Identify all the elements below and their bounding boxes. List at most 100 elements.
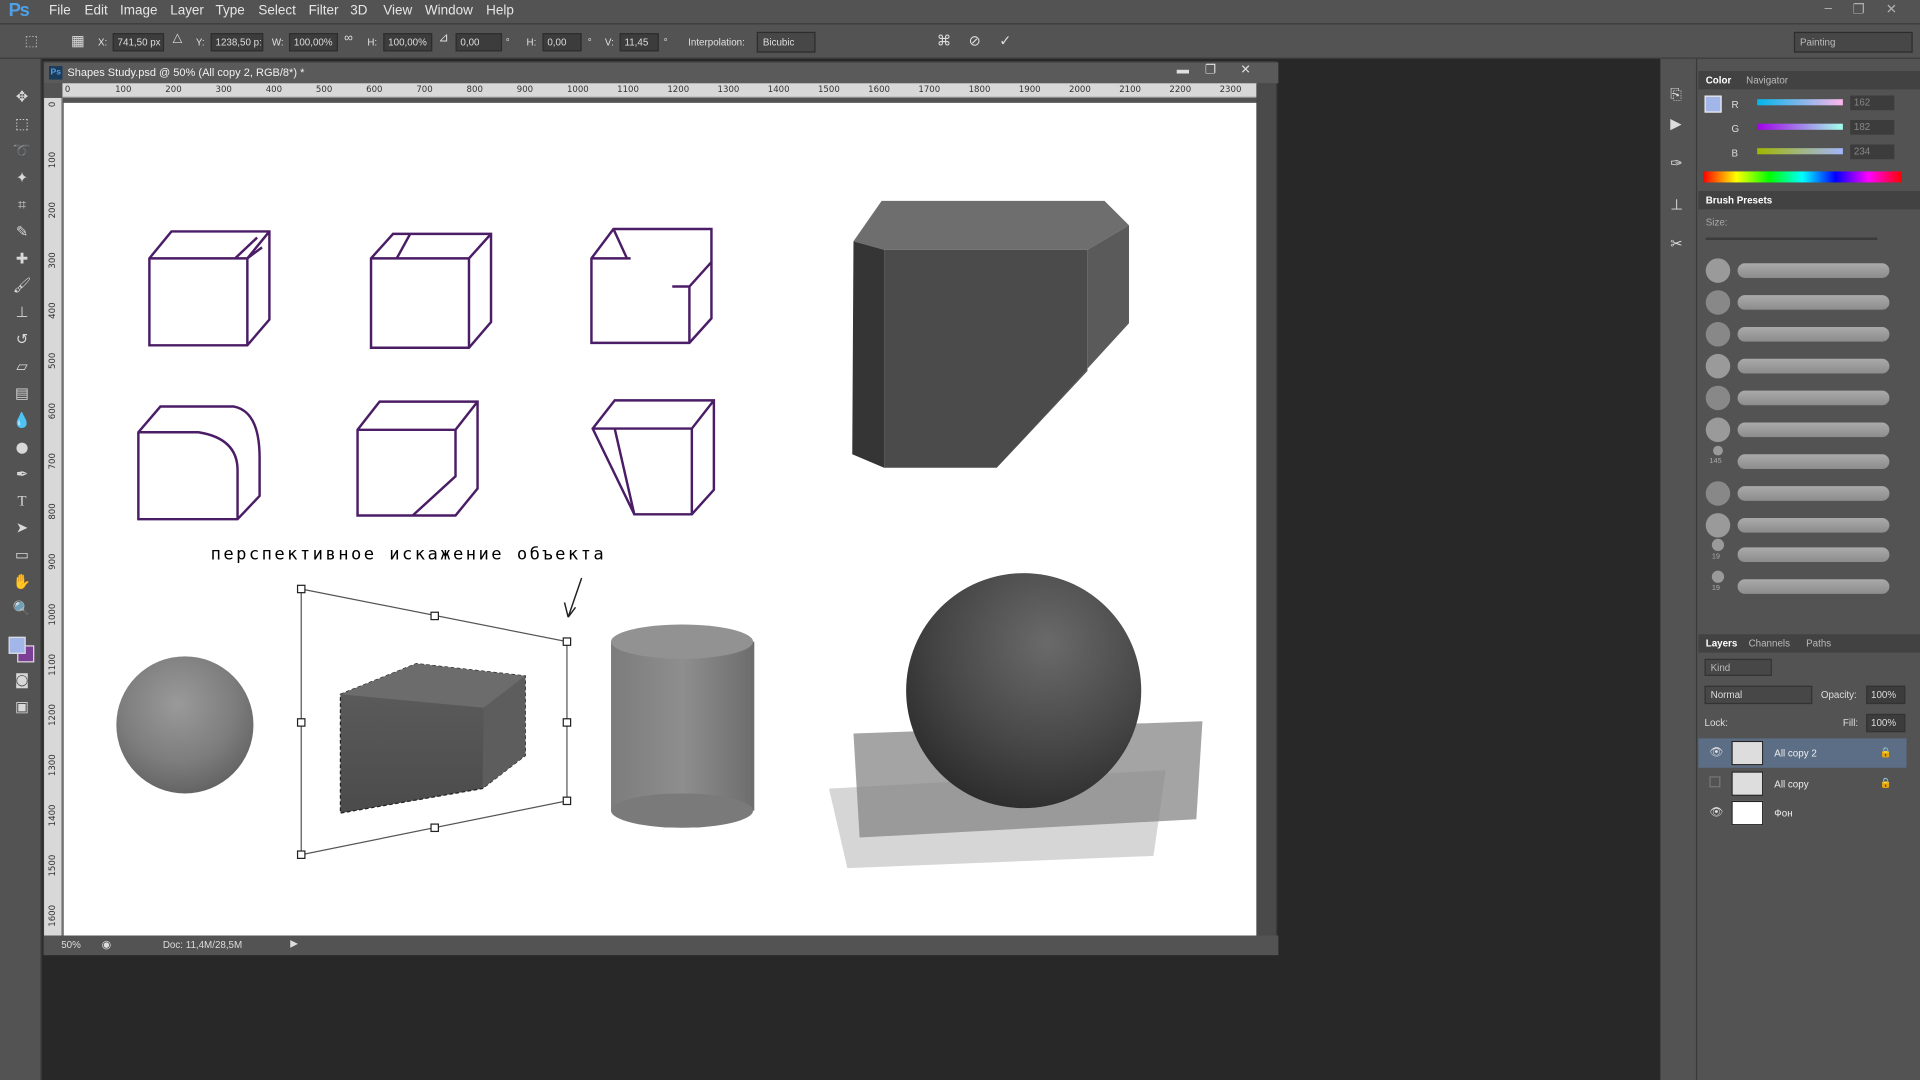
menu-view[interactable]: View	[383, 4, 412, 19]
brush-preset[interactable]	[1703, 287, 1911, 319]
h-field[interactable]: 100,00%	[383, 33, 433, 52]
layer-row[interactable]: 👁 Фон	[1698, 798, 1906, 827]
tab-paths[interactable]: Paths	[1806, 638, 1831, 649]
minimize-icon[interactable]: –	[1825, 1, 1833, 16]
path-selection-tool-icon[interactable]: ➤	[11, 517, 33, 539]
doc-close-icon[interactable]: ✕	[1240, 64, 1250, 77]
healing-brush-tool-icon[interactable]: ✚	[11, 247, 33, 269]
eye-icon[interactable]: 👁	[1709, 806, 1723, 819]
layer-row[interactable]: 👁 All copy 2 🔒	[1698, 738, 1907, 768]
eyedropper-tool-icon[interactable]: ✎	[11, 220, 33, 242]
eye-icon[interactable]: 👁	[1709, 746, 1723, 759]
kind-filter[interactable]: Kind	[1704, 658, 1772, 676]
vertical-ruler[interactable]: 0 100 200 300 400 500 600 700 800 900 1000 1100 1200…	[44, 97, 63, 936]
g-slider[interactable]	[1757, 123, 1843, 130]
brush-preset[interactable]	[1703, 478, 1911, 510]
canvas-area[interactable]: перспективное искажение объекта	[63, 99, 1258, 937]
brush-tool-icon[interactable]: 🖌	[11, 274, 33, 296]
hskew-field[interactable]: 0,00	[542, 33, 582, 52]
menu-help[interactable]: Help	[486, 4, 514, 19]
transform-tool-icon[interactable]: ⬚	[24, 32, 38, 49]
workspace-select[interactable]: Painting	[1793, 31, 1913, 53]
brush-preset[interactable]	[1703, 509, 1911, 541]
dodge-tool-icon[interactable]: ●	[11, 436, 33, 458]
link-icon[interactable]: ∞	[344, 32, 353, 45]
actions-icon[interactable]: ▶	[1670, 115, 1681, 132]
r-slider[interactable]	[1757, 99, 1843, 106]
close-icon[interactable]: ✕	[1886, 1, 1897, 17]
fill-field[interactable]: 100%	[1866, 713, 1906, 733]
menu-image[interactable]: Image	[120, 4, 157, 19]
canvas[interactable]: перспективное искажение объекта	[63, 102, 1258, 936]
tab-color[interactable]: Color	[1706, 75, 1732, 86]
doc-restore-icon[interactable]: ❐	[1205, 64, 1216, 77]
layer-row[interactable]: All copy 🔒	[1698, 769, 1906, 798]
opacity-field[interactable]: 100%	[1866, 685, 1906, 705]
hand-tool-icon[interactable]: ✋	[11, 571, 33, 593]
status-arrow-icon[interactable]: ▶	[290, 938, 298, 949]
menu-filter[interactable]: Filter	[309, 4, 339, 19]
brush-preset[interactable]: 145	[1703, 445, 1911, 478]
blur-tool-icon[interactable]: 💧	[11, 409, 33, 431]
menu-file[interactable]: File	[49, 4, 71, 19]
doc-minimize-icon[interactable]: ▬	[1177, 64, 1189, 77]
vskew-field[interactable]: 11,45	[619, 33, 659, 52]
b-value[interactable]: 234	[1850, 144, 1895, 160]
marquee-tool-icon[interactable]: ⬚	[11, 113, 33, 135]
cancel-transform-icon[interactable]: ⊘	[969, 32, 981, 49]
brush-preset[interactable]	[1703, 382, 1911, 414]
angle-field[interactable]: 0,00	[455, 33, 503, 52]
interpolation-select[interactable]: Bicubic	[756, 31, 816, 53]
menu-type[interactable]: Type	[216, 4, 245, 19]
r-value[interactable]: 162	[1850, 95, 1895, 111]
lasso-tool-icon[interactable]: ➰	[11, 140, 33, 162]
quick-mask-icon[interactable]: ◙	[11, 669, 33, 691]
menu-window[interactable]: Window	[425, 4, 473, 19]
menu-3d[interactable]: 3D	[350, 4, 367, 19]
visibility-toggle[interactable]	[1709, 776, 1721, 788]
fg-color-chip[interactable]	[1704, 95, 1722, 113]
screen-mode-icon[interactable]: ▣	[11, 696, 33, 718]
document-tab[interactable]: Ps Shapes Study.psd @ 50% (All copy 2, R…	[44, 62, 1279, 84]
history-icon[interactable]: ⎘	[1670, 86, 1682, 104]
horizontal-ruler[interactable]: 0 100 200 300 400 500 600 700 800 900 1000 1100 1200…	[62, 83, 1258, 98]
tab-channels[interactable]: Channels	[1749, 638, 1790, 649]
commit-transform-icon[interactable]: ✓	[999, 32, 1011, 49]
gradient-tool-icon[interactable]: ▤	[11, 382, 33, 404]
tab-layers[interactable]: Layers	[1706, 638, 1738, 649]
delta-icon[interactable]: △	[173, 32, 182, 45]
type-tool-icon[interactable]: T	[11, 490, 33, 512]
eraser-tool-icon[interactable]: ▱	[11, 355, 33, 377]
magic-wand-tool-icon[interactable]: ✦	[11, 167, 33, 189]
brush-preset[interactable]	[1703, 255, 1911, 287]
brush-preset[interactable]	[1703, 350, 1911, 382]
zoom-level[interactable]: 50%	[61, 939, 81, 950]
status-menu-icon[interactable]: ◉	[102, 938, 112, 951]
menu-layer[interactable]: Layer	[170, 4, 204, 19]
brush-preset[interactable]: 19	[1703, 538, 1911, 571]
tool-presets-icon[interactable]: ✂	[1670, 235, 1682, 252]
brush-presets-title[interactable]: Brush Presets	[1706, 195, 1772, 206]
menu-select[interactable]: Select	[258, 4, 295, 19]
foreground-color-swatch[interactable]	[8, 636, 26, 654]
stamp-tool-icon[interactable]: ⊥	[11, 301, 33, 323]
pen-tool-icon[interactable]: ✒	[11, 463, 33, 485]
reference-point-icon[interactable]: ▦	[71, 32, 85, 49]
rectangle-tool-icon[interactable]: ▭	[11, 544, 33, 566]
g-value[interactable]: 182	[1850, 120, 1895, 135]
brush-preset[interactable]: 19	[1703, 570, 1911, 603]
brush-preset[interactable]	[1703, 414, 1911, 446]
tab-navigator[interactable]: Navigator	[1746, 75, 1788, 86]
color-spectrum[interactable]	[1703, 171, 1902, 183]
brush-panel-icon[interactable]: ✑	[1670, 154, 1682, 171]
restore-icon[interactable]: ❐	[1853, 1, 1865, 17]
history-brush-tool-icon[interactable]: ↺	[11, 328, 33, 350]
warp-icon[interactable]: ⌘	[937, 32, 952, 49]
x-field[interactable]: 741,50 px	[112, 33, 165, 52]
move-tool-icon[interactable]: ✥	[11, 86, 33, 108]
zoom-tool-icon[interactable]: 🔍	[11, 598, 33, 620]
w-field[interactable]: 100,00%	[288, 33, 338, 52]
b-slider[interactable]	[1757, 148, 1843, 155]
y-field[interactable]: 1238,50 p:	[210, 33, 264, 52]
clone-source-icon[interactable]: ⊥	[1670, 196, 1683, 213]
